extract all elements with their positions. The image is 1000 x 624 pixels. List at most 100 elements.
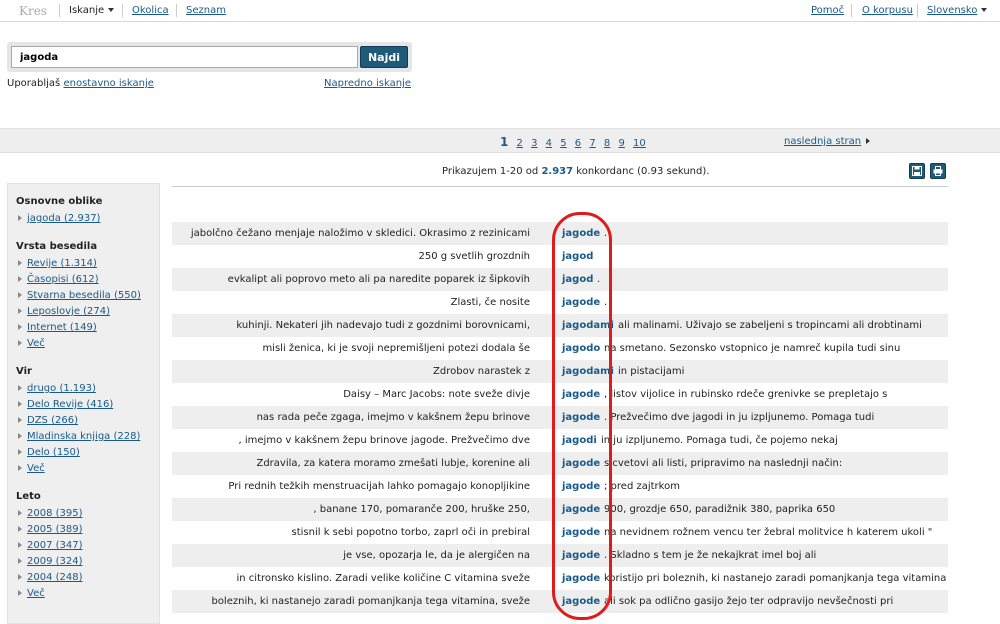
concordance-table: jabolčno čežano menjaje naložimo v skled…: [172, 222, 948, 613]
filter-link[interactable]: 2004 (248): [27, 572, 83, 583]
filter-link[interactable]: 2005 (389): [27, 524, 83, 535]
next-page[interactable]: naslednja stran: [784, 136, 871, 147]
filter-link[interactable]: 2009 (324): [27, 556, 83, 567]
filter-link[interactable]: jagoda (2.937): [27, 213, 100, 224]
filter-link[interactable]: DZS (266): [27, 415, 78, 426]
filter-section-title: Vir: [16, 366, 32, 377]
keyword-link[interactable]: jagode: [562, 521, 600, 544]
save-button[interactable]: [909, 163, 925, 179]
filter-item[interactable]: 2009 (324): [16, 554, 159, 570]
language-label[interactable]: Slovensko: [927, 5, 977, 16]
advanced-search-link[interactable]: Napredno iskanje: [324, 78, 411, 89]
filter-item[interactable]: jagoda (2.937): [16, 211, 159, 227]
filter-link[interactable]: Revije (1.314): [27, 258, 97, 269]
keyword-link[interactable]: jagod: [562, 245, 593, 268]
filter-link[interactable]: 2007 (347): [27, 540, 83, 551]
filter-section-vrsta-besedila: Vrsta besedila Revije (1.314) Časopisi (…: [16, 241, 159, 352]
more-link[interactable]: Več: [27, 463, 45, 474]
keyword-link[interactable]: jagode: [562, 544, 600, 567]
chevron-down-icon: [108, 8, 115, 12]
filter-link[interactable]: Leposlovje (274): [27, 306, 110, 317]
right-context: koristijo pri boleznih, ki nastanejo zar…: [604, 573, 947, 584]
page-link[interactable]: 8: [604, 138, 610, 149]
nav-iskanje-dropdown[interactable]: Iskanje: [69, 5, 115, 16]
keyword-link[interactable]: jagode: [562, 590, 600, 613]
page-link[interactable]: 7: [589, 138, 595, 149]
keyword-link[interactable]: jagodami: [562, 314, 614, 337]
left-context: 250 g svetlih grozdnih: [418, 251, 530, 262]
bullet-arrow-icon: [18, 276, 22, 282]
filter-item[interactable]: 2005 (389): [16, 522, 159, 538]
keyword-link[interactable]: jagodo: [562, 337, 600, 360]
filter-section-title: Leto: [16, 491, 41, 502]
filter-item[interactable]: Stvarna besedila (550): [16, 288, 159, 304]
keyword-link[interactable]: jagode: [562, 475, 600, 498]
filter-item[interactable]: Revije (1.314): [16, 256, 159, 272]
filter-item[interactable]: Mladinska knjiga (228): [16, 429, 159, 445]
filter-item[interactable]: Leposlovje (274): [16, 304, 159, 320]
language-dropdown[interactable]: Slovensko: [927, 5, 988, 16]
keyword-link[interactable]: jagod: [562, 268, 593, 291]
page-link[interactable]: 9: [618, 138, 624, 149]
filter-item[interactable]: drugo (1.193): [16, 381, 159, 397]
filter-item[interactable]: 2008 (395): [16, 506, 159, 522]
filter-link[interactable]: Mladinska knjiga (228): [27, 431, 140, 442]
more-link[interactable]: Več: [27, 588, 45, 599]
concordance-row: Daisy – Marc Jacobs: note sveže divje jag…: [172, 383, 948, 406]
filter-more[interactable]: Več: [16, 586, 159, 602]
bullet-arrow-icon: [18, 401, 22, 407]
keyword-link[interactable]: jagode: [562, 291, 600, 314]
filter-link[interactable]: 2008 (395): [27, 508, 83, 519]
page-link[interactable]: 4: [546, 138, 552, 149]
filter-item[interactable]: 2007 (347): [16, 538, 159, 554]
simple-search-link[interactable]: enostavno iskanje: [63, 78, 153, 89]
nav-iskanje-label[interactable]: Iskanje: [69, 5, 104, 16]
right-context: in pistacijami: [618, 366, 685, 377]
filter-link[interactable]: Internet (149): [27, 322, 97, 333]
keyword-link[interactable]: jagode: [562, 567, 600, 590]
page-link[interactable]: 2: [517, 138, 523, 149]
page-current: 1: [500, 135, 509, 149]
left-context: je vse, opozarja le, da je alergičen na: [343, 550, 530, 561]
app-logo[interactable]: Kres: [19, 4, 47, 18]
filter-item[interactable]: Delo Revije (416): [16, 397, 159, 413]
filter-link[interactable]: Delo (150): [27, 447, 80, 458]
keyword-link[interactable]: jagode: [562, 383, 600, 406]
filter-link[interactable]: drugo (1.193): [27, 383, 96, 394]
page-link[interactable]: 5: [560, 138, 566, 149]
filter-link[interactable]: Časopisi (612): [27, 274, 99, 285]
filter-item[interactable]: 2004 (248): [16, 570, 159, 586]
more-link[interactable]: Več: [27, 338, 45, 349]
filter-more[interactable]: Več: [16, 461, 159, 477]
keyword-link[interactable]: jagode: [562, 222, 600, 245]
filter-item[interactable]: Časopisi (612): [16, 272, 159, 288]
summary-prefix: Prikazujem 1-20 od: [442, 166, 539, 177]
keyword-link[interactable]: jagode: [562, 498, 600, 521]
nav-okolica-link[interactable]: Okolica: [132, 5, 169, 16]
filter-item[interactable]: DZS (266): [16, 413, 159, 429]
page-link[interactable]: 6: [575, 138, 581, 149]
next-page-link[interactable]: naslednja stran: [784, 136, 861, 147]
filter-item[interactable]: Internet (149): [16, 320, 159, 336]
bullet-arrow-icon: [18, 558, 22, 564]
nav-o-korpusu-link[interactable]: O korpusu: [862, 5, 913, 16]
nav-pomoc-link[interactable]: Pomoč: [811, 5, 844, 16]
filter-more[interactable]: Več: [16, 336, 159, 352]
page-link[interactable]: 3: [531, 138, 537, 149]
page-link[interactable]: 10: [633, 138, 646, 149]
keyword-link[interactable]: jagode: [562, 406, 600, 429]
keyword-link[interactable]: jagode: [562, 452, 600, 475]
keyword-link[interactable]: jagodi: [562, 429, 597, 452]
print-button[interactable]: [930, 163, 946, 179]
bullet-arrow-icon: [18, 385, 22, 391]
concordance-row: Zdrobov narastek z jagodami in pistacijami: [172, 360, 948, 383]
search-input[interactable]: [11, 46, 358, 68]
filter-link[interactable]: Stvarna besedila (550): [27, 290, 141, 301]
search-button[interactable]: Najdi: [360, 46, 408, 68]
filter-link[interactable]: Delo Revije (416): [27, 399, 113, 410]
nav-seznam-link[interactable]: Seznam: [186, 5, 226, 16]
bullet-arrow-icon: [18, 510, 22, 516]
keyword-link[interactable]: jagodami: [562, 360, 614, 383]
filter-item[interactable]: Delo (150): [16, 445, 159, 461]
search-mode-prefix: Uporabljaš: [7, 78, 61, 89]
